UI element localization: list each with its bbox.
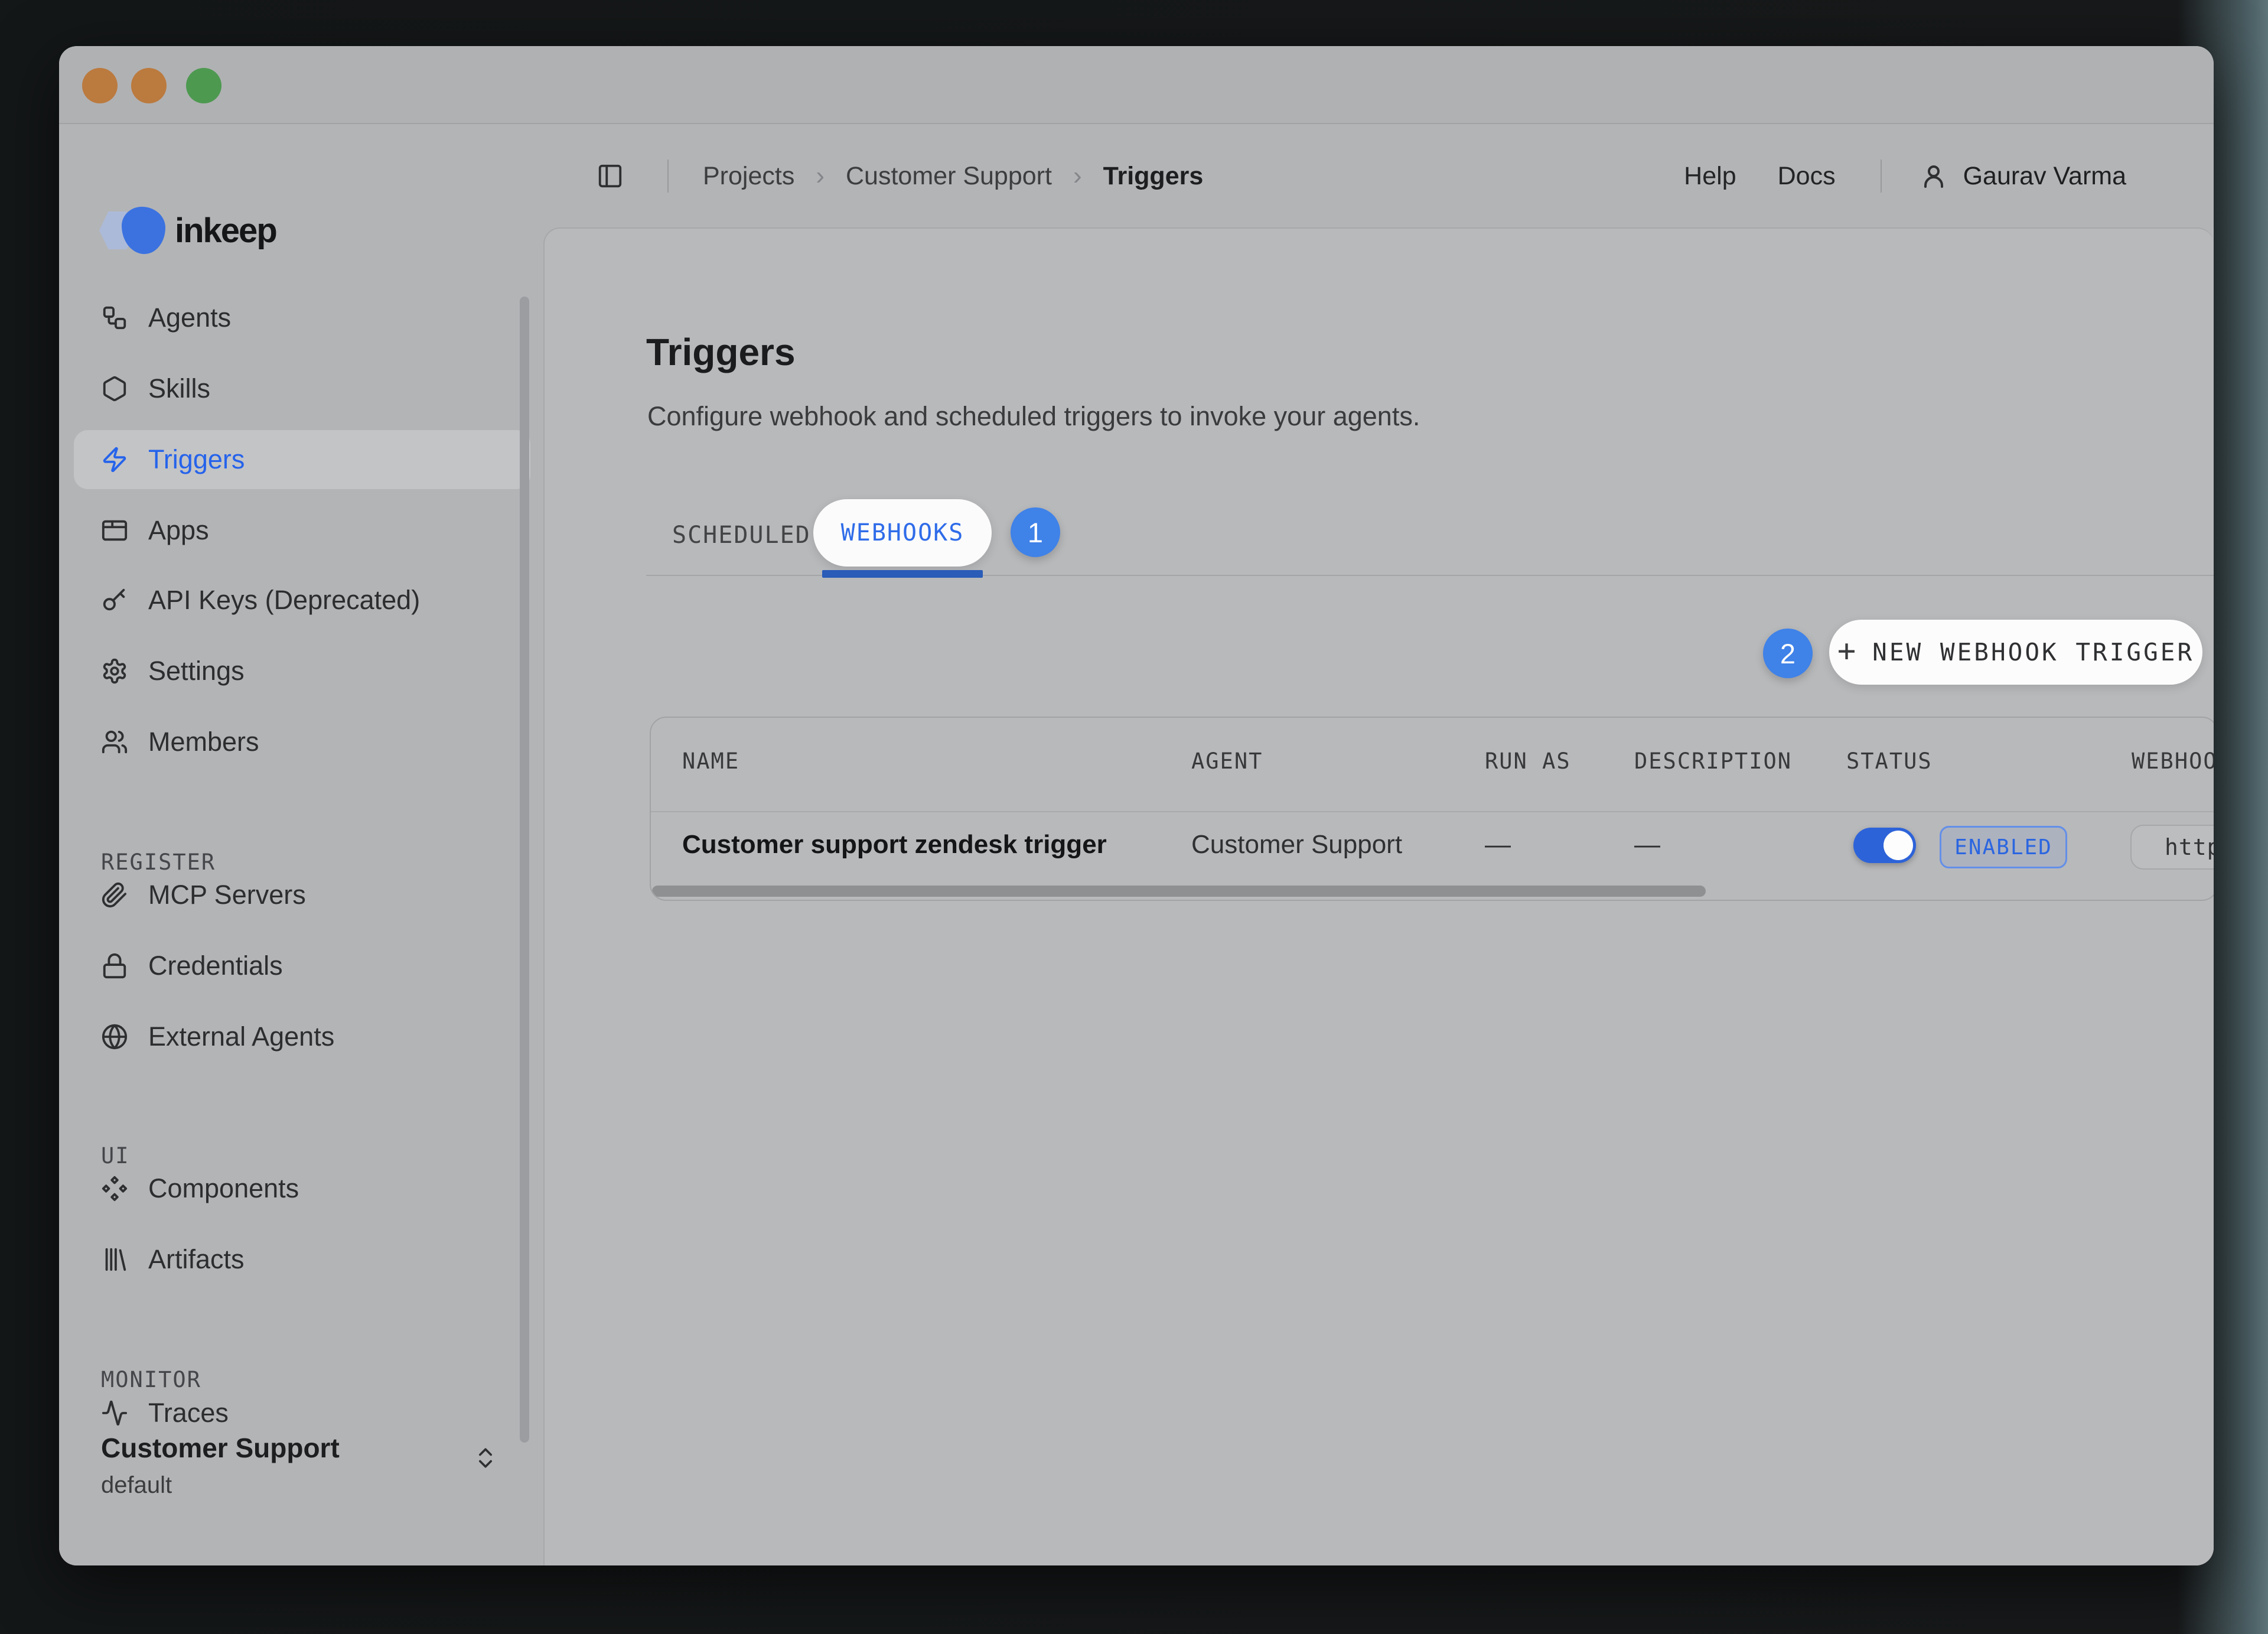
panel-left-toggle-icon[interactable]	[597, 162, 624, 190]
sidebar-item-components[interactable]: Components	[74, 1159, 530, 1218]
sidebar-item-label: Artifacts	[148, 1244, 245, 1275]
project-switcher[interactable]: Customer Support default	[59, 1432, 543, 1526]
page-title: Triggers	[646, 330, 796, 374]
sidebar-scrollbar[interactable]	[520, 297, 529, 1443]
breadcrumb-projects[interactable]: Projects	[703, 162, 794, 191]
active-tab-underline	[822, 570, 983, 578]
annotation-badge-1: 1	[1011, 507, 1060, 557]
sidebar-item-label: Components	[148, 1173, 299, 1204]
header-divider	[1881, 160, 1882, 193]
screen: inkeep Agents Skills Triggers Apps AP	[0, 0, 2268, 1634]
header-actions: Help Docs Gaurav Varma	[1684, 160, 2126, 193]
users-icon	[101, 728, 128, 756]
user-icon	[1920, 162, 1948, 190]
page-description: Configure webhook and scheduled triggers…	[647, 401, 1420, 432]
column-header-description: DESCRIPTION	[1634, 748, 1792, 774]
component-icon	[101, 1175, 128, 1202]
sidebar-item-credentials[interactable]: Credentials	[74, 936, 530, 995]
status-toggle[interactable]	[1853, 828, 1916, 863]
sidebar-item-label: MCP Servers	[148, 880, 306, 910]
inkeep-logo-icon	[99, 207, 164, 254]
minimize-window-button[interactable]	[131, 68, 167, 103]
new-webhook-trigger-button[interactable]: + NEW WEBHOOK TRIGGER	[1829, 620, 2202, 685]
inkeep-logo-text: inkeep	[175, 211, 276, 250]
sidebar-item-label: API Keys (Deprecated)	[148, 585, 420, 616]
sidebar-item-skills[interactable]: Skills	[74, 359, 530, 418]
library-icon	[101, 1246, 128, 1273]
header-divider	[667, 160, 669, 193]
sidebar-item-label: Agents	[148, 302, 231, 333]
table-horizontal-scrollbar[interactable]	[652, 886, 1706, 897]
column-header-webhook-url: WEBHOOK URL	[2132, 748, 2214, 774]
table-header-rule	[651, 811, 2214, 812]
docs-link[interactable]: Docs	[1778, 162, 1836, 191]
sidebar-item-label: Triggers	[148, 444, 245, 475]
plus-icon: +	[1837, 633, 1856, 669]
titlebar	[59, 46, 2214, 124]
sidebar-item-label: Traces	[148, 1398, 229, 1428]
tab-webhooks-label: WEBHOOKS	[841, 519, 964, 546]
hexagon-icon	[101, 375, 128, 402]
row-run-as: —	[1485, 830, 1511, 860]
sidebar-item-agents[interactable]: Agents	[74, 288, 530, 347]
sidebar-item-apps[interactable]: Apps	[74, 501, 530, 560]
sidebar: inkeep Agents Skills Triggers Apps AP	[59, 124, 543, 1565]
row-name[interactable]: Customer support zendesk trigger	[682, 830, 1107, 860]
sidebar-item-settings[interactable]: Settings	[74, 642, 530, 701]
sidebar-item-triggers[interactable]: Triggers	[74, 430, 530, 489]
chevron-right-icon: ›	[1073, 161, 1082, 191]
sidebar-item-mcp-servers[interactable]: MCP Servers	[74, 865, 530, 925]
project-switcher-name: Customer Support	[101, 1432, 340, 1464]
status-badge: ENABLED	[1940, 826, 2067, 868]
tab-scheduled[interactable]: SCHEDULED	[672, 522, 811, 549]
zoom-window-button[interactable]	[186, 68, 221, 103]
sidebar-item-label: Members	[148, 727, 259, 757]
sidebar-item-label: Skills	[148, 373, 210, 404]
sidebar-item-label: Credentials	[148, 951, 283, 981]
close-window-button[interactable]	[82, 68, 118, 103]
breadcrumb-customer-support[interactable]: Customer Support	[846, 162, 1052, 191]
globe-icon	[101, 1023, 128, 1050]
help-link[interactable]: Help	[1684, 162, 1736, 191]
row-agent: Customer Support	[1191, 830, 1402, 860]
sidebar-item-external-agents[interactable]: External Agents	[74, 1007, 530, 1066]
chevron-right-icon: ›	[816, 161, 825, 191]
column-header-name: NAME	[682, 748, 739, 774]
sidebar-item-api-keys[interactable]: API Keys (Deprecated)	[74, 571, 530, 630]
toggle-knob	[1884, 831, 1913, 860]
gear-icon	[101, 657, 128, 685]
webhook-triggers-table: NAME AGENT RUN AS DESCRIPTION STATUS WEB…	[650, 717, 2214, 901]
sidebar-item-members[interactable]: Members	[74, 712, 530, 772]
column-header-status: STATUS	[1846, 748, 1933, 774]
column-header-agent: AGENT	[1191, 748, 1263, 774]
sidebar-item-label: Apps	[148, 515, 209, 546]
column-header-run-as: RUN AS	[1485, 748, 1571, 774]
app-window: inkeep Agents Skills Triggers Apps AP	[59, 46, 2214, 1565]
top-header: Projects › Customer Support › Triggers H…	[543, 124, 2214, 228]
sidebar-item-label: Settings	[148, 656, 245, 686]
workflow-icon	[101, 304, 128, 331]
zap-icon	[101, 446, 128, 473]
lock-icon	[101, 952, 128, 979]
user-menu[interactable]: Gaurav Varma	[1920, 162, 2126, 191]
inkeep-logo[interactable]: inkeep	[99, 207, 276, 254]
breadcrumb: Projects › Customer Support › Triggers	[703, 161, 1203, 191]
key-icon	[101, 587, 128, 614]
content-panel: Triggers Configure webhook and scheduled…	[543, 227, 2214, 1565]
row-description: —	[1634, 830, 1660, 860]
webhook-url-value[interactable]: https://	[2130, 825, 2214, 870]
tab-webhooks[interactable]: WEBHOOKS	[813, 499, 992, 567]
breadcrumb-triggers: Triggers	[1103, 162, 1204, 191]
chevrons-up-down-icon	[472, 1439, 498, 1477]
activity-icon	[101, 1399, 128, 1427]
sidebar-item-artifacts[interactable]: Artifacts	[74, 1230, 530, 1289]
app-window-icon	[101, 517, 128, 544]
project-switcher-environment: default	[101, 1472, 172, 1499]
new-webhook-trigger-label: NEW WEBHOOK TRIGGER	[1872, 638, 2194, 666]
user-name: Gaurav Varma	[1963, 162, 2126, 191]
sidebar-item-label: External Agents	[148, 1021, 334, 1052]
annotation-badge-2: 2	[1763, 629, 1813, 678]
paperclip-icon	[101, 881, 128, 909]
